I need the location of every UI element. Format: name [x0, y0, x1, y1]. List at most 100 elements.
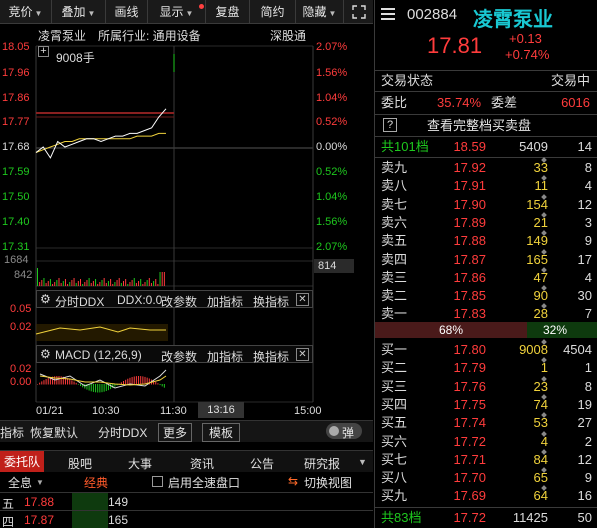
macd-bar — [77, 384, 79, 385]
level-count: 3 — [584, 214, 592, 230]
classic-view-button[interactable]: 经典 — [84, 474, 108, 491]
volume-bar — [84, 282, 86, 286]
volume-bar — [105, 283, 107, 286]
tab-order-queue[interactable]: 委托队列 — [0, 451, 44, 491]
full-book-row[interactable]: ? 查看完整档买卖盘 — [375, 116, 597, 136]
fullscreen-button[interactable] — [344, 0, 373, 24]
macd-bar — [131, 377, 133, 385]
add-overlay-icon[interactable]: + — [38, 46, 49, 57]
swap-icon[interactable]: ⇆ — [288, 474, 298, 488]
sell-level-row[interactable]: 卖五 17.88 149 9 — [375, 230, 597, 251]
settings-icon[interactable]: ⚙ — [40, 347, 51, 361]
sell-level-row[interactable]: 卖二 17.85 90 30 — [375, 285, 597, 306]
chevron-down-icon[interactable]: ▼ — [358, 457, 367, 467]
simple-button[interactable]: 简约 — [250, 0, 296, 24]
ddx-tab[interactable]: 分时DDX — [98, 424, 147, 441]
order-ratio-row: 委比 35.74% 委差 6016 — [375, 93, 597, 113]
auction-button[interactable]: 竞价 ▼ — [0, 0, 52, 24]
macd-bar — [135, 376, 137, 385]
full-book-button[interactable]: 查看完整档买卖盘 — [427, 116, 531, 135]
more-button[interactable]: 更多 — [158, 423, 193, 442]
full-speed-checkbox[interactable] — [152, 476, 163, 487]
level-label: 买七 — [381, 451, 408, 467]
level-label: 买二 — [381, 360, 408, 376]
sell-level-row[interactable]: 卖八 17.91 11 4 — [375, 175, 597, 196]
order-ratio-value: 35.74% — [437, 95, 482, 110]
level-label: 卖九 — [381, 160, 408, 175]
overlay-button[interactable]: 叠加 ▼ — [52, 0, 106, 24]
level-count: 16 — [577, 488, 592, 504]
buy-level-row[interactable]: 买五 17.74 53 27 — [375, 412, 597, 433]
settings-icon[interactable]: ⚙ — [40, 292, 51, 306]
ddx-params-button[interactable]: 改参数 — [161, 293, 197, 310]
volume-bar — [60, 283, 62, 286]
buy-level-row[interactable]: 买三 17.76 23 8 — [375, 375, 597, 397]
close-icon[interactable]: ✕ — [296, 293, 309, 306]
level-price: 17.90 — [453, 196, 486, 212]
level-count: 2 — [584, 433, 592, 449]
ddx-add-indicator-button[interactable]: 加指标 — [207, 293, 243, 310]
volume-bar — [146, 280, 148, 286]
buy-level-row[interactable]: 买二 17.79 1 1 — [375, 357, 597, 378]
level-label: 买八 — [381, 470, 408, 486]
sell-level-row[interactable]: 卖九 17.92 33 8 — [375, 157, 597, 178]
popup-toggle[interactable]: 弹 — [326, 423, 362, 440]
level-count: 7 — [584, 306, 592, 322]
buy-level-row[interactable]: 买四 17.75 74 19 — [375, 394, 597, 415]
level-label: 卖三 — [381, 269, 408, 285]
replay-button[interactable]: 复盘 — [206, 0, 250, 24]
menu-icon[interactable] — [381, 6, 395, 20]
display-button[interactable]: 显示 ▼ — [148, 0, 206, 24]
ddx-tick: 0.02 — [10, 321, 32, 333]
order-diff-value: 6016 — [561, 95, 590, 110]
template-button[interactable]: 模板 — [202, 423, 241, 442]
buy-level-row[interactable]: 买一 17.80 9008 4504 — [375, 339, 597, 360]
macd-switch-indicator-button[interactable]: 换指标 — [253, 348, 289, 365]
quote-panel: 002884 凌霄泵业 17.81 +0.13 +0.74% 交易状态 交易中 … — [374, 0, 597, 528]
buy-level-row[interactable]: 买六 17.72 4 2 — [375, 430, 597, 452]
level-label: 买四 — [381, 396, 408, 412]
macd-bar — [90, 384, 92, 392]
tab-news[interactable]: 资讯 — [190, 455, 214, 472]
buy-level-row[interactable]: 买七 17.71 84 12 — [375, 448, 597, 470]
sell-level-row[interactable]: 卖七 17.90 154 12 — [375, 193, 597, 215]
tab-announcements[interactable]: 公告 — [250, 455, 274, 472]
ddx-value: DDX:0.0 — [117, 293, 163, 307]
volume-bar — [64, 279, 66, 286]
tab-forum[interactable]: 股吧 — [68, 455, 92, 472]
macd-add-indicator-button[interactable]: 加指标 — [207, 348, 243, 365]
sell-level-row[interactable]: 卖六 17.89 21 3 — [375, 212, 597, 233]
volume-bar — [148, 278, 150, 286]
macd-bar — [71, 380, 73, 385]
sell-level-row[interactable]: 卖三 17.86 47 4 — [375, 266, 597, 288]
macd-params-button[interactable]: 改参数 — [161, 348, 197, 365]
level-label: 卖二 — [381, 288, 408, 304]
help-icon[interactable]: ? — [383, 118, 397, 132]
hide-button[interactable]: 隐藏 ▼ — [296, 0, 344, 24]
tab-research[interactable]: 研究报 — [304, 455, 340, 472]
buy-level-row[interactable]: 买九 17.69 64 16 — [375, 485, 597, 506]
buy-level-row[interactable]: 买八 17.70 65 9 — [375, 467, 597, 488]
sell-level-row[interactable]: 卖一 17.83 28 7 — [375, 303, 597, 324]
chevron-down-icon[interactable]: ▼ — [36, 478, 44, 487]
stock-terminal: 竞价 ▼ 叠加 ▼ 画线 显示 ▼ 复盘 简约 隐藏 ▼ 凌霄泵业 所属行业: 通用设备… — [0, 0, 597, 528]
full-info-select[interactable]: 全息 — [8, 474, 32, 491]
volume-bar — [43, 278, 45, 286]
sell-level-row[interactable]: 卖四 17.87 165 17 — [375, 248, 597, 270]
close-icon[interactable]: ✕ — [296, 348, 309, 361]
macd-tick: 0.02 — [10, 363, 32, 375]
tab-events[interactable]: 大事 — [128, 455, 152, 472]
trade-status-label: 交易状态 — [381, 73, 434, 88]
time-tick: 10:30 — [92, 405, 120, 417]
volume-bar — [71, 280, 73, 286]
ddx-switch-indicator-button[interactable]: 换指标 — [253, 293, 289, 310]
draw-line-button[interactable]: 画线 — [106, 0, 148, 24]
indicator-button[interactable]: 指标 — [0, 424, 24, 441]
level-price: 17.72 — [453, 433, 486, 449]
order-ratio-label: 委比 — [381, 95, 408, 110]
trade-status-row: 交易状态 交易中 — [375, 71, 597, 91]
switch-view-button[interactable]: 切换视图 — [304, 474, 352, 491]
volume-tick: 1684 — [4, 254, 29, 266]
reset-default-button[interactable]: 恢复默认 — [30, 424, 78, 441]
volume-bar — [103, 278, 105, 286]
